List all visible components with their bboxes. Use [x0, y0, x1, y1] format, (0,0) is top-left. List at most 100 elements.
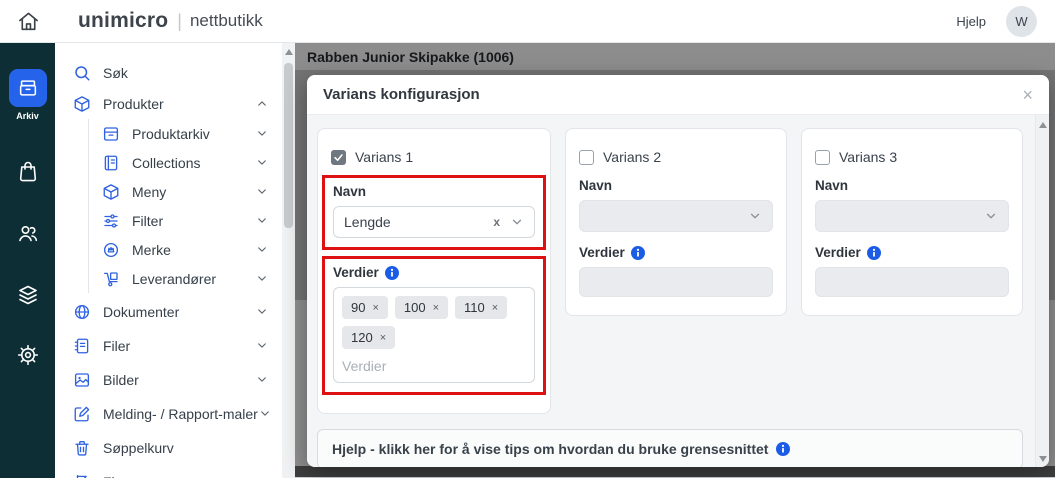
- background-title-bar: Rabben Junior Skipakke (1006): [295, 43, 1055, 70]
- sidebar-item-melding-rapport-maler[interactable]: Melding- / Rapport-maler: [73, 398, 269, 429]
- sidebar-item-label: Meny: [132, 184, 255, 200]
- modal-body: Varians 1 Navn Lengde x Verdier: [307, 115, 1049, 467]
- navn-label: Navn: [579, 178, 773, 193]
- users-icon[interactable]: [16, 221, 40, 245]
- checkbox-unchecked-icon[interactable]: [815, 150, 830, 165]
- checkbox-unchecked-icon[interactable]: [579, 150, 594, 165]
- background-page-title: Rabben Junior Skipakke (1006): [307, 49, 514, 65]
- tag-chip: 90×: [342, 296, 388, 319]
- variant-card-2: Varians 2 Navn Verdier: [565, 128, 787, 316]
- brand-suffix: nettbutikk: [190, 11, 263, 31]
- sidebar-item-collections[interactable]: Collections: [102, 148, 269, 177]
- sidebar-item-sok[interactable]: Søk: [73, 57, 269, 88]
- checkbox-checked-icon[interactable]: [331, 150, 346, 165]
- sidebar-item-produkter[interactable]: Produkter: [73, 88, 269, 119]
- layers-icon[interactable]: [16, 283, 40, 307]
- sidebar-scrollbar-thumb[interactable]: [284, 63, 293, 228]
- brand-name: unimicro: [78, 9, 168, 33]
- help-link[interactable]: Hjelp: [956, 14, 986, 29]
- chevron-down-icon: [255, 373, 269, 386]
- brand-logo: unimicro | nettbutikk: [78, 9, 263, 33]
- sidebar-scrollbar[interactable]: [282, 43, 295, 478]
- verdier-label: Verdier: [579, 245, 625, 260]
- sidebar-item-label: Filter: [132, 213, 255, 229]
- sidebar-item-label: Merke: [132, 242, 255, 258]
- rail-item-arkiv-label: Arkiv: [16, 111, 39, 121]
- navn-select-disabled: [579, 200, 773, 232]
- modal-title: Varians konfigurasjon: [323, 86, 480, 103]
- info-icon[interactable]: [631, 246, 645, 260]
- produkter-submenu: Produktarkiv Collections Meny: [88, 119, 269, 293]
- sidebar-item-label: Søppelkurv: [103, 440, 269, 456]
- verdier-label: Verdier: [815, 245, 861, 260]
- sidebar-item-filter[interactable]: Filter: [102, 206, 269, 235]
- chevron-down-icon: [255, 243, 269, 256]
- chevron-down-icon: [258, 407, 272, 420]
- chevron-down-icon: [255, 214, 269, 227]
- chevron-up-icon: [255, 97, 269, 110]
- tag-chip: 100×: [395, 296, 448, 319]
- verdier-tags-input[interactable]: 90× 100× 110× 120× Verdier: [333, 287, 535, 383]
- archive-icon: [17, 77, 39, 99]
- variant-config-modal: Varians konfigurasjon × Varians 1 Navn L…: [307, 75, 1049, 467]
- scroll-down-arrow[interactable]: [1039, 456, 1047, 462]
- info-icon[interactable]: [385, 266, 399, 280]
- variant3-label: Varians 3: [839, 149, 897, 165]
- chevron-down-icon: [255, 127, 269, 140]
- info-icon[interactable]: [776, 442, 790, 456]
- verdier-input-disabled: [815, 267, 1009, 297]
- remove-tag-icon[interactable]: ×: [380, 332, 386, 344]
- verdier-label-row: Verdier: [815, 245, 1009, 260]
- variant3-checkbox-row[interactable]: Varians 3: [815, 149, 1009, 165]
- sidebar-item-filer[interactable]: Filer: [73, 330, 269, 361]
- remove-tag-icon[interactable]: ×: [372, 302, 378, 314]
- verdier-label-row: Verdier: [333, 265, 535, 280]
- help-tips-text: Hjelp - klikk her for å vise tips om hvo…: [332, 441, 768, 457]
- sidebar-item-meny[interactable]: Meny: [102, 177, 269, 206]
- brand-divider: |: [177, 11, 182, 32]
- sidebar-item-bilder[interactable]: Bilder: [73, 364, 269, 395]
- scroll-up-arrow[interactable]: [1039, 122, 1047, 128]
- sidebar: Søk Produkter Produktarkiv Collections: [55, 43, 295, 478]
- close-icon[interactable]: ×: [1022, 86, 1033, 104]
- sidebar-item-label: Filer: [103, 338, 255, 354]
- tag-chip: 110×: [455, 296, 507, 319]
- clear-selection-icon[interactable]: x: [493, 215, 500, 229]
- sidebar-item-label: Produkter: [103, 96, 255, 112]
- scroll-up-arrow[interactable]: [285, 49, 293, 55]
- chevron-down-icon: [748, 209, 762, 223]
- verdier-label: Verdier: [333, 265, 379, 280]
- remove-tag-icon[interactable]: ×: [492, 302, 498, 314]
- chevron-down-icon: [984, 209, 998, 223]
- variant-card-1: Varians 1 Navn Lengde x Verdier: [317, 128, 551, 414]
- help-tips-bar[interactable]: Hjelp - klikk her for å vise tips om hvo…: [317, 429, 1023, 467]
- sidebar-item-label: Søk: [103, 65, 269, 81]
- avatar[interactable]: W: [1006, 6, 1037, 37]
- navn-select[interactable]: Lengde x: [333, 206, 535, 238]
- remove-tag-icon[interactable]: ×: [433, 302, 439, 314]
- navn-label: Navn: [815, 178, 1009, 193]
- sidebar-item-produktarkiv[interactable]: Produktarkiv: [102, 119, 269, 148]
- verdier-label-row: Verdier: [579, 245, 773, 260]
- bag-icon[interactable]: [16, 159, 40, 183]
- sidebar-item-leverandorer[interactable]: Leverandører: [102, 264, 269, 293]
- chevron-down-icon: [255, 339, 269, 352]
- variant1-checkbox-row[interactable]: Varians 1: [331, 149, 537, 165]
- sidebar-item-dokumenter[interactable]: Dokumenter: [73, 296, 269, 327]
- rail-item-arkiv[interactable]: [9, 69, 47, 107]
- annotation-box-navn: Navn Lengde x: [322, 175, 546, 250]
- info-icon[interactable]: [867, 246, 881, 260]
- navn-select-value: Lengde: [344, 214, 493, 230]
- gear-icon[interactable]: [16, 343, 40, 367]
- sidebar-item-soppelkurv[interactable]: Søppelkurv: [73, 432, 269, 463]
- home-icon[interactable]: [17, 10, 40, 33]
- annotation-box-verdier: Verdier 90× 100× 110× 120× Verdier: [322, 256, 546, 395]
- modal-scrollbar[interactable]: [1035, 115, 1049, 467]
- sidebar-item-label: Flagg: [103, 474, 269, 478]
- top-header: unimicro | nettbutikk Hjelp W: [0, 0, 1055, 43]
- variant2-checkbox-row[interactable]: Varians 2: [579, 149, 773, 165]
- background-bottom-strip: [295, 466, 1055, 477]
- sidebar-item-merke[interactable]: Merke: [102, 235, 269, 264]
- sidebar-item-label: Melding- / Rapport-maler: [103, 406, 258, 422]
- sidebar-item-flagg[interactable]: Flagg: [73, 466, 269, 478]
